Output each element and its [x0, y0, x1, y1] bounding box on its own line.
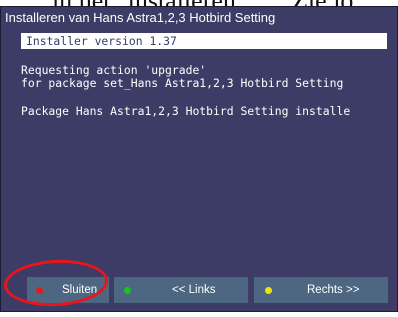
close-button-label: Sluiten — [62, 284, 98, 296]
links-button-label: << Links — [172, 284, 216, 296]
installer-log: Installer version 1.37 Requesting action… — [21, 33, 391, 273]
green-dot-icon — [124, 287, 131, 294]
close-button[interactable]: Sluiten — [27, 277, 109, 303]
rechts-button-label: Rechts >> — [307, 284, 360, 296]
log-line-installed: Package Hans Astra1,2,3 Hotbird Setting … — [21, 104, 351, 118]
installer-version-bar: Installer version 1.37 — [21, 33, 387, 49]
installer-window: Installeren van Hans Astra1,2,3 Hotbird … — [0, 6, 398, 312]
rechts-button[interactable]: Rechts >> — [254, 277, 388, 303]
log-line-package: for package set_Hans Astra1,2,3 Hotbird … — [21, 76, 344, 90]
window-title: Installeren van Hans Astra1,2,3 Hotbird … — [5, 10, 276, 25]
links-button[interactable]: << Links — [114, 277, 248, 303]
red-dot-icon — [36, 287, 43, 294]
yellow-dot-icon — [265, 287, 272, 294]
